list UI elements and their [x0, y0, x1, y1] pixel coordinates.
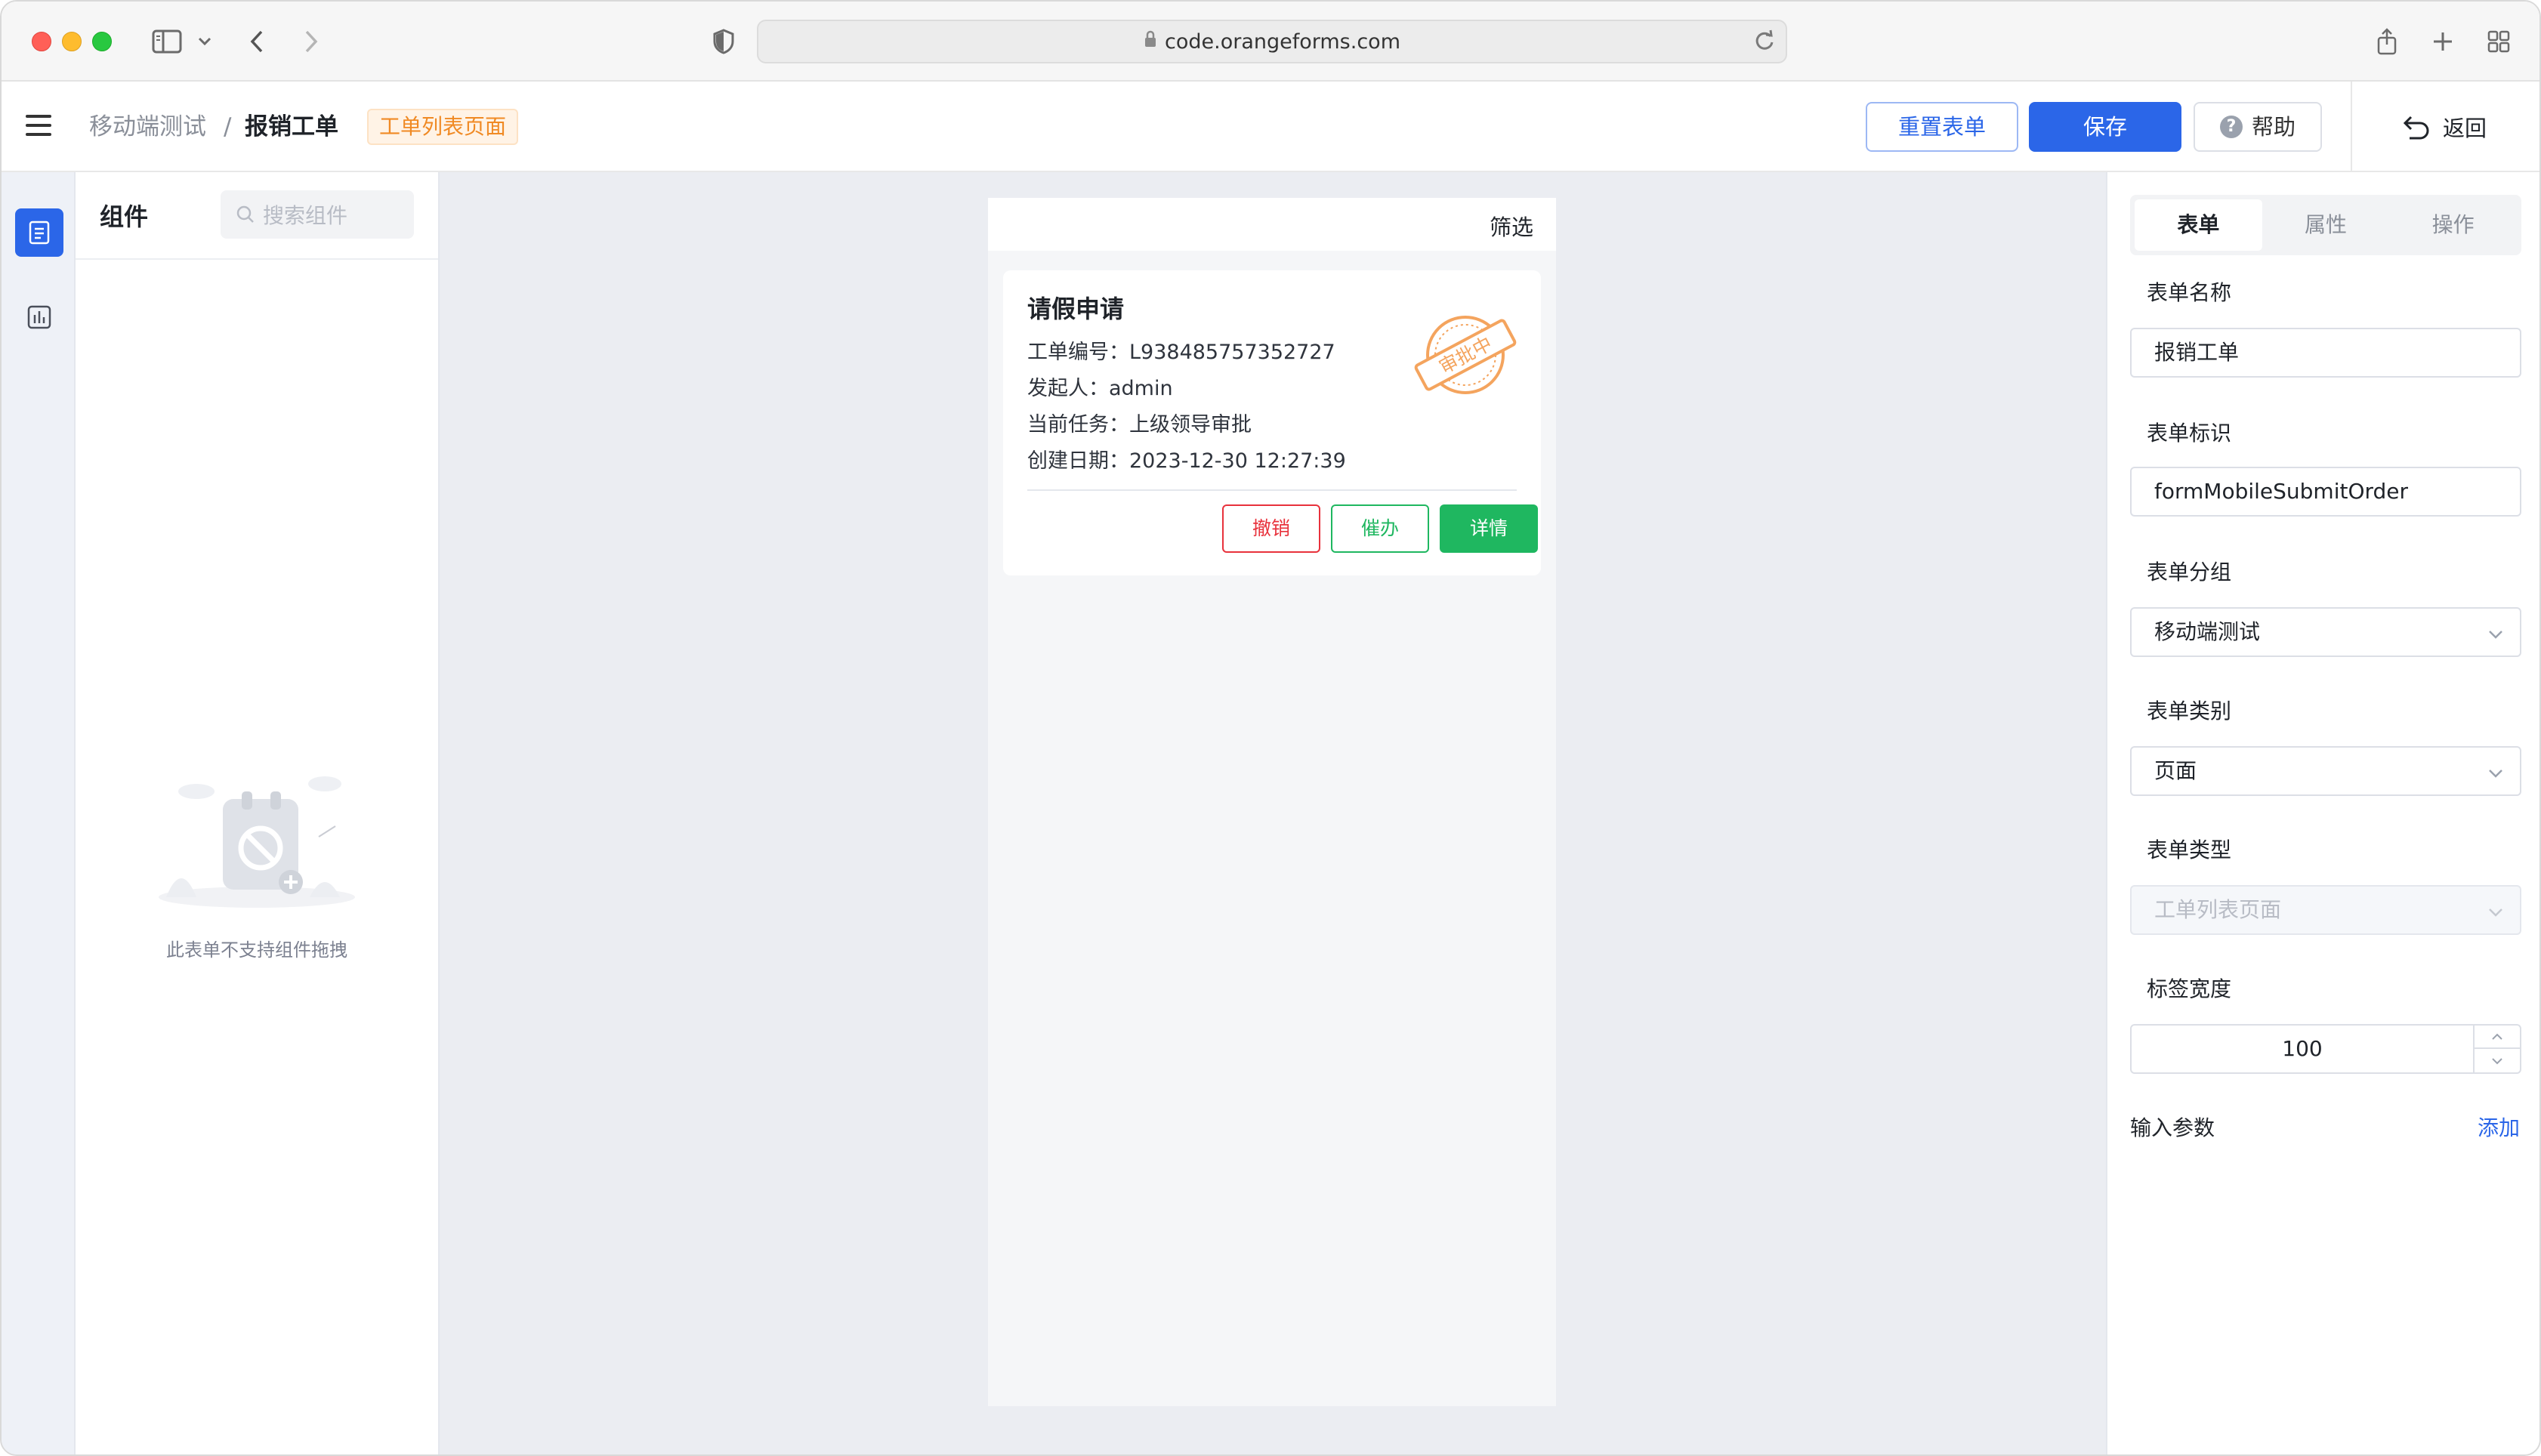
form-type-value: 工单列表页面	[2154, 897, 2282, 922]
chevron-down-icon	[2488, 609, 2503, 656]
work-order-card[interactable]: 请假申请 工单编号：L938485757352727 发起人：admin 当前任…	[1003, 270, 1541, 575]
form-group-label: 表单分组	[2147, 560, 2232, 585]
sidebar-toggle-icon[interactable]	[148, 24, 186, 59]
form-category-select[interactable]: 页面	[2130, 746, 2521, 796]
increase-button[interactable]	[2475, 1026, 2520, 1049]
number-stepper	[2473, 1026, 2520, 1072]
tab-operations[interactable]: 操作	[2389, 199, 2517, 251]
browser-window: code.orangeforms.com 移动端测试 / 报销工单 工单列表页面…	[0, 0, 2541, 1456]
component-panel: 组件 搜索组件 此表单不支持组件拖拽	[76, 172, 440, 1454]
component-search-input[interactable]: 搜索组件	[221, 190, 414, 239]
form-name-label: 表单名称	[2147, 280, 2232, 305]
form-id-label: 表单标识	[2147, 421, 2232, 446]
input-params-label: 输入参数	[2130, 1115, 2215, 1140]
chart-icon	[27, 305, 51, 329]
help-label: 帮助	[2251, 114, 2296, 140]
component-search-placeholder: 搜索组件	[263, 203, 348, 228]
menu-icon[interactable]	[26, 115, 51, 137]
property-panel: 表单 属性 操作 表单名称 报销工单 表单标识 formMobileSubmit…	[2106, 172, 2539, 1454]
back-button[interactable]: 返回	[2401, 107, 2487, 147]
breadcrumb-parent[interactable]: 移动端测试	[89, 109, 206, 145]
form-type-select: 工单列表页面	[2130, 885, 2521, 935]
tab-overview-icon[interactable]	[2484, 24, 2514, 59]
form-type-tag: 工单列表页面	[367, 109, 519, 145]
tab-attributes[interactable]: 属性	[2262, 199, 2390, 251]
tab-form[interactable]: 表单	[2135, 199, 2262, 251]
card-divider	[1027, 489, 1517, 491]
rail-chart-button[interactable]	[15, 293, 63, 341]
share-icon[interactable]	[2372, 24, 2402, 59]
breadcrumb-separator: /	[224, 113, 232, 140]
url-text: code.orangeforms.com	[1165, 29, 1400, 54]
reload-icon[interactable]	[1754, 29, 1775, 58]
property-tabs: 表单 属性 操作	[2130, 195, 2521, 255]
address-bar[interactable]: code.orangeforms.com	[757, 20, 1787, 63]
card-initiator: 发起人：admin	[1027, 377, 1173, 400]
save-button[interactable]: 保存	[2029, 102, 2181, 152]
revoke-button[interactable]: 撤销	[1222, 504, 1320, 553]
component-panel-title: 组件	[100, 202, 149, 231]
form-category-label: 表单类别	[2147, 699, 2232, 723]
mobile-preview: 筛选 请假申请 工单编号：L938485757352727 发起人：admin …	[988, 198, 1556, 1406]
back-label: 返回	[2443, 116, 2487, 141]
empty-state-text: 此表单不支持组件拖拽	[166, 939, 347, 961]
urge-button[interactable]: 催办	[1331, 504, 1429, 553]
label-width-label: 标签宽度	[2147, 976, 2232, 1001]
form-category-value: 页面	[2154, 758, 2197, 783]
chevron-down-icon	[2488, 887, 2503, 933]
app-header: 移动端测试 / 报销工单 工单列表页面 重置表单 保存 ? 帮助 返回	[2, 82, 2539, 172]
label-width-input[interactable]: 100	[2130, 1024, 2521, 1074]
card-current-task: 当前任务：上级领导审批	[1027, 413, 1252, 436]
form-name-input[interactable]: 报销工单	[2130, 328, 2521, 378]
document-icon	[29, 221, 50, 245]
close-window-button[interactable]	[32, 32, 51, 51]
browser-toolbar: code.orangeforms.com	[2, 2, 2539, 82]
help-icon: ?	[2219, 116, 2243, 138]
card-created-date: 创建日期：2023-12-30 12:27:39	[1027, 449, 1346, 473]
search-icon	[236, 205, 254, 223]
help-button[interactable]: ? 帮助	[2194, 102, 2322, 152]
design-canvas: 筛选 请假申请 工单编号：L938485757352727 发起人：admin …	[440, 172, 2106, 1454]
breadcrumb-current: 报销工单	[245, 113, 338, 140]
add-param-link[interactable]: 添加	[2478, 1112, 2520, 1142]
lock-icon	[1144, 30, 1157, 54]
label-width-value: 100	[2282, 1036, 2323, 1061]
detail-button[interactable]: 详情	[1440, 504, 1538, 553]
forward-nav-icon[interactable]	[296, 24, 326, 59]
minimize-window-button[interactable]	[62, 32, 82, 51]
new-tab-icon[interactable]	[2428, 24, 2458, 59]
zoom-window-button[interactable]	[92, 32, 112, 51]
reset-form-button[interactable]: 重置表单	[1866, 102, 2018, 152]
card-order-no: 工单编号：L938485757352727	[1027, 341, 1335, 364]
back-nav-icon[interactable]	[242, 24, 272, 59]
chevron-down-icon[interactable]	[195, 24, 215, 59]
form-id-input[interactable]: formMobileSubmitOrder	[2130, 467, 2521, 517]
chevron-down-icon	[2488, 748, 2503, 794]
card-title: 请假申请	[1027, 295, 1125, 323]
approval-stamp: 审批中	[1414, 316, 1517, 394]
form-group-select[interactable]: 移动端测试	[2130, 607, 2521, 657]
header-divider	[2351, 82, 2352, 172]
rail-components-button[interactable]	[15, 208, 63, 257]
empty-state-illustration	[159, 776, 355, 908]
decrease-button[interactable]	[2475, 1049, 2520, 1072]
privacy-shield-icon[interactable]	[709, 24, 739, 59]
form-type-label: 表单类型	[2147, 838, 2232, 862]
panel-divider	[76, 258, 438, 260]
filter-button[interactable]: 筛选	[1490, 210, 1533, 242]
preview-toolbar: 筛选	[988, 198, 1556, 251]
undo-icon	[2403, 116, 2429, 140]
left-rail	[2, 172, 76, 1454]
form-group-value: 移动端测试	[2154, 619, 2261, 644]
